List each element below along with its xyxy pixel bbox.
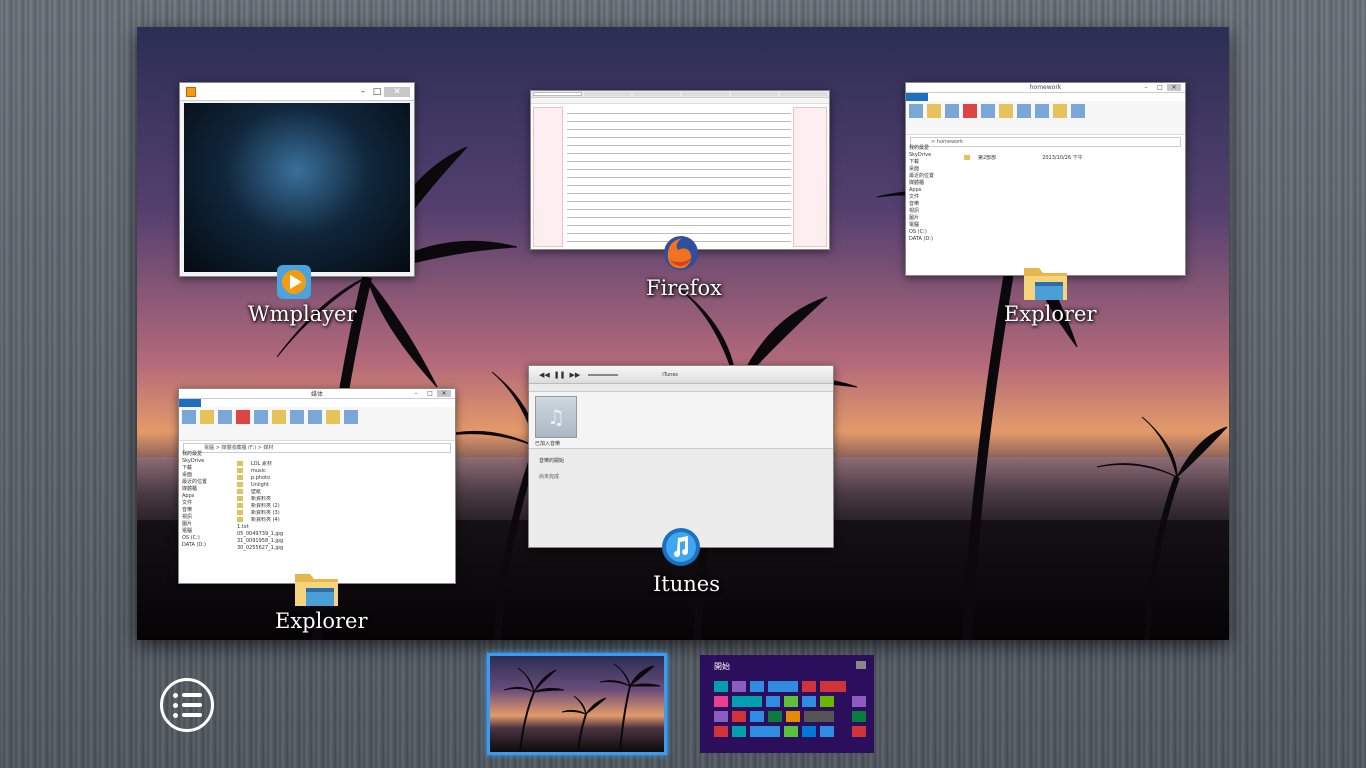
track-title[interactable]: 音樂的開始 (539, 457, 564, 464)
ribbon (179, 407, 455, 441)
window-label-wmplayer: Wmplayer (248, 302, 357, 326)
titlebar: 媒体 – □ ✕ (179, 389, 455, 399)
minimize-icon[interactable]: – (356, 87, 370, 97)
tab-strip (531, 91, 829, 98)
palm-trees-mini (503, 663, 661, 752)
window-label-explorer-media: Explorer (275, 609, 368, 633)
navigation-pane: 我的最愛 SkyDrive 下載 桌面 最近的位置 媒體櫃 Apps 文件 音樂 視訊 圖片 電腦 OS… (909, 145, 935, 242)
titlebar: – □ ✕ (180, 83, 414, 101)
list-item[interactable]: 30_0255627_1.jpg (237, 545, 451, 552)
ribbon (906, 101, 1185, 135)
list-item[interactable]: 新資料夾 (4) (237, 517, 451, 524)
workspace-start-screen[interactable]: 開始 (700, 655, 874, 753)
window-firefox[interactable] (530, 90, 830, 250)
nav-bar (529, 384, 833, 392)
window-explorer-homework[interactable]: homework – □ ✕ > homework 我的最愛 SkyDrive 下載… (905, 82, 1186, 276)
file-list: LOL 素材 music p.photo Unlight 壁紙 新資料夾 新資料… (237, 461, 451, 573)
next-icon[interactable]: ▶▶ (570, 371, 581, 379)
list-item[interactable]: 31_0091958_1.jpg (237, 538, 451, 545)
start-title: 開始 (714, 662, 730, 671)
window-label-itunes: Itunes (653, 572, 720, 596)
close-icon[interactable]: ✕ (384, 86, 410, 97)
list-item[interactable]: Unlight (237, 482, 451, 489)
now-playing: iTunes (662, 371, 678, 378)
track-info: 尚未完成 (539, 474, 560, 480)
file-tab[interactable] (179, 399, 201, 407)
list-item[interactable]: 新資料夾 (3) (237, 510, 451, 517)
page-sidebar-right (793, 107, 827, 247)
list-item[interactable]: 第2部部 2013/10/26 下午 (964, 155, 1181, 162)
window-title: homework (1029, 84, 1062, 91)
list-item[interactable]: p.photo (237, 475, 451, 482)
list-item[interactable]: 新資料夾 (2) (237, 503, 451, 510)
itunes-icon (660, 526, 702, 568)
list-item[interactable]: music (237, 468, 451, 475)
list-item[interactable]: 壁紙 (237, 489, 451, 496)
navigation-pane: 我的最愛 SkyDrive 下載 桌面 最近的位置 媒體櫃 Apps 文件 音樂 視訊 圖片 電腦 OS… (182, 451, 208, 548)
list-menu-button[interactable] (160, 678, 214, 732)
workspace-desktop-thumbnail[interactable] (487, 653, 667, 755)
window-title: 媒体 (310, 391, 323, 398)
album-art[interactable]: ♫ (535, 396, 577, 438)
url-bar[interactable] (531, 98, 829, 104)
page-article (567, 109, 791, 247)
wmplayer-small-icon (186, 87, 196, 97)
explorer-icon (1021, 258, 1071, 304)
list-item[interactable]: 1.txt (237, 524, 451, 531)
volume-slider[interactable] (588, 373, 619, 376)
list-item[interactable]: LOL 素材 (237, 461, 451, 468)
window-wmplayer[interactable]: – □ ✕ (179, 82, 415, 277)
titlebar: homework – □ ✕ (906, 83, 1185, 93)
wmplayer-icon (273, 261, 315, 303)
user-avatar (856, 661, 866, 669)
maximize-icon[interactable]: □ (370, 87, 384, 97)
firefox-icon (660, 232, 702, 274)
album-caption: 已加入音樂 (535, 441, 561, 447)
list-item[interactable]: 新資料夾 (237, 496, 451, 503)
window-explorer-media[interactable]: 媒体 – □ ✕ 電腦 > 媒體收藏櫃 (F:) > 媒材 我的最愛 SkyDri… (178, 388, 456, 584)
player-controls: ◀◀ ❚❚ ▶▶ iTunes (529, 366, 833, 384)
window-itunes[interactable]: ◀◀ ❚❚ ▶▶ iTunes ♫ 已加入音樂 音樂的開始 尚未完成 (528, 365, 834, 548)
pause-icon[interactable]: ❚❚ (554, 371, 566, 379)
page-sidebar-left (533, 107, 563, 247)
window-label-explorer-homework: Explorer (1004, 302, 1097, 326)
previous-icon[interactable]: ◀◀ (539, 371, 550, 379)
window-label-firefox: Firefox (646, 276, 723, 300)
file-tab[interactable] (906, 93, 928, 101)
file-list: 第2部部 2013/10/26 下午 (964, 155, 1181, 265)
video-area[interactable] (184, 103, 410, 272)
list-item[interactable]: 05_0049739_1.jpg (237, 531, 451, 538)
explorer-icon (292, 564, 342, 610)
